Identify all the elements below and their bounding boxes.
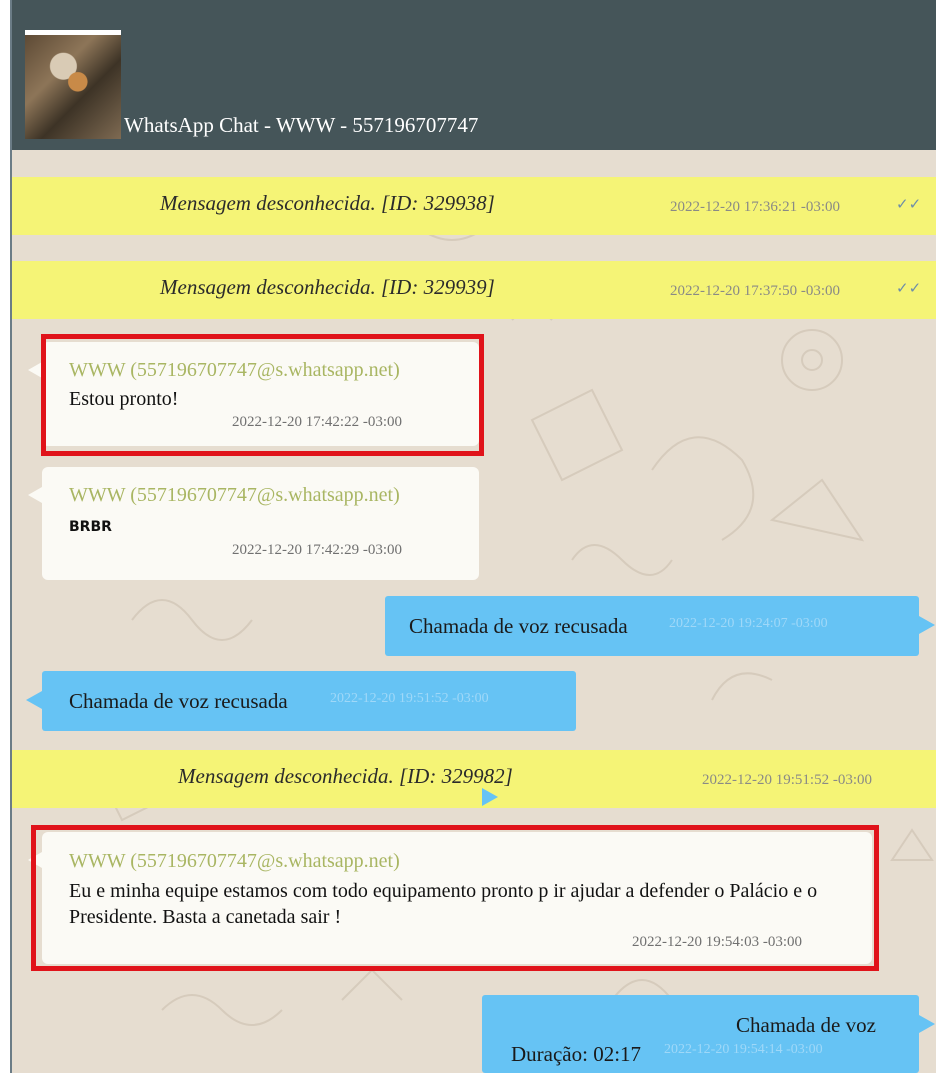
message-timestamp: 2022-12-20 19:24:07 -03:00: [669, 616, 828, 631]
message-timestamp: 2022-12-20 19:51:52 -03:00: [330, 691, 489, 706]
system-message-text: Mensagem desconhecida. [ID: 329939]: [160, 275, 495, 299]
incoming-call-message: Chamada de voz recusada 2022-12-20 19:51…: [26, 671, 576, 731]
message-timestamp: 2022-12-20 17:36:21 -03:00: [670, 199, 840, 215]
system-message: Mensagem desconhecida. [ID: 329982] 2022…: [12, 750, 936, 808]
highlight-box: [31, 825, 879, 971]
chat-title: WhatsApp Chat - WWW - 557196707747: [124, 113, 479, 137]
incoming-message: WWW (557196707747@s.whatsapp.net) BRBR 2…: [28, 467, 479, 580]
system-message: Mensagem desconhecida. [ID: 329938] 2022…: [12, 177, 936, 235]
message-timestamp: 2022-12-20 19:54:14 -03:00: [664, 1042, 823, 1057]
chat-window: WhatsApp Chat - WWW - 557196707747 Mensa…: [10, 0, 936, 1073]
message-sender: WWW (557196707747@s.whatsapp.net): [69, 484, 400, 506]
read-receipt-icon: ✓✓: [896, 197, 922, 213]
read-receipt-icon: ✓✓: [896, 281, 922, 297]
contact-avatar[interactable]: [25, 30, 121, 139]
outgoing-call-message: Chamada de voz Duração: 02:17 2022-12-20…: [482, 995, 935, 1073]
call-status-text: Chamada de voz recusada: [69, 689, 288, 713]
message-text: BRBR: [69, 519, 112, 535]
call-duration: Duração: 02:17: [511, 1042, 642, 1066]
outgoing-call-message: Chamada de voz recusada 2022-12-20 19:24…: [385, 596, 935, 656]
message-timestamp: 2022-12-20 17:37:50 -03:00: [670, 283, 840, 299]
message-timestamp: 2022-12-20 19:51:52 -03:00: [702, 772, 872, 788]
system-message: Mensagem desconhecida. [ID: 329939] 2022…: [12, 261, 936, 319]
highlight-box: [41, 334, 484, 456]
chat-header: WhatsApp Chat - WWW - 557196707747: [12, 0, 936, 150]
message-timestamp: 2022-12-20 17:42:29 -03:00: [232, 542, 402, 558]
call-status-text: Chamada de voz: [736, 1013, 876, 1037]
call-status-text: Chamada de voz recusada: [409, 614, 628, 638]
system-message-text: Mensagem desconhecida. [ID: 329938]: [160, 191, 495, 215]
system-message-text: Mensagem desconhecida. [ID: 329982]: [178, 764, 513, 788]
